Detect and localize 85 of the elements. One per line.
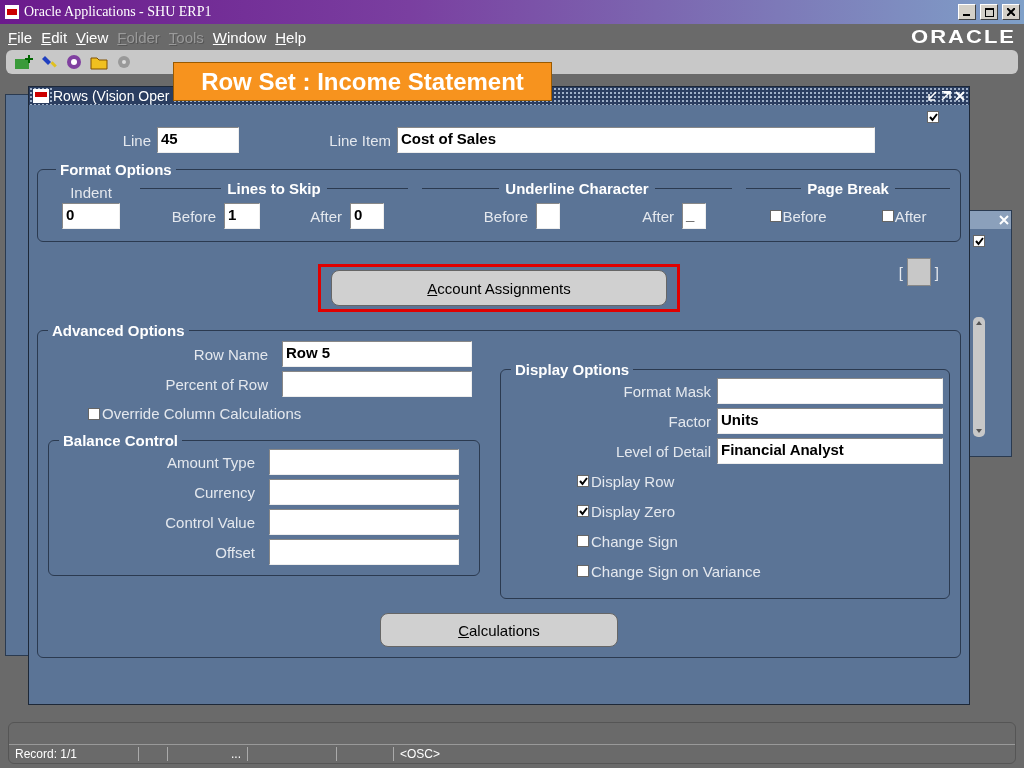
input-field[interactable]: _ <box>682 203 706 229</box>
input-field[interactable]: 45 <box>157 127 239 153</box>
checkbox-label: Change Sign on Variance <box>591 562 761 580</box>
field-label: Level of Detail <box>614 442 711 460</box>
checkbox-label: Change Sign <box>591 532 678 550</box>
menu-item[interactable]: Edit <box>41 28 68 46</box>
group-heading: Lines to Skip <box>227 180 321 197</box>
section-title: Display Options <box>514 361 631 378</box>
maximize-button[interactable] <box>980 4 998 20</box>
field-label: Format Mask <box>622 382 711 400</box>
field-label: Percent of Row <box>164 375 268 393</box>
close-icon <box>1007 8 1015 16</box>
group-heading: Underline Character <box>505 180 649 197</box>
field-label: Factor <box>667 412 711 430</box>
checkbox[interactable] <box>577 475 589 487</box>
app-icon <box>33 89 49 103</box>
input-field[interactable]: Financial Analyst <box>717 438 943 464</box>
window-title: Rows (Vision Oper <box>53 88 174 104</box>
checkbox[interactable] <box>881 210 894 222</box>
input-field[interactable]: 0 <box>62 203 120 229</box>
field-label: Amount Type <box>165 453 255 471</box>
field-label: Line <box>121 131 151 149</box>
section-title: Advanced Options <box>51 322 186 339</box>
maximize-icon[interactable] <box>941 91 951 101</box>
field-label: Indent <box>70 184 112 201</box>
input-field[interactable]: Cost of Sales <box>397 127 875 153</box>
close-icon[interactable] <box>955 91 965 101</box>
app-icon <box>4 4 20 20</box>
input-field[interactable]: Units <box>717 408 943 434</box>
checkbox[interactable] <box>577 565 589 577</box>
checkbox-label: Before <box>782 207 827 225</box>
add-icon[interactable] <box>14 54 34 70</box>
flashlight-icon[interactable] <box>42 54 58 70</box>
input-field[interactable]: 1 <box>224 203 260 229</box>
account-assignments-button[interactable]: Account Assignments <box>331 270 667 306</box>
checkbox[interactable] <box>88 407 100 420</box>
checkbox[interactable] <box>927 111 939 123</box>
menu-item[interactable]: File <box>8 28 33 46</box>
window-title: Oracle Applications - SHU ERP1 <box>24 4 213 20</box>
banner: Row Set : Income Statement <box>173 62 552 101</box>
section-title: Format Options <box>59 161 173 178</box>
input-field[interactable] <box>269 539 459 565</box>
input-field[interactable] <box>269 449 459 475</box>
status-mode: <OSC> <box>399 747 442 761</box>
input-field[interactable] <box>269 479 459 505</box>
group-heading: Page Break <box>807 180 889 197</box>
field-label: Before <box>482 207 528 225</box>
checkbox[interactable] <box>577 505 589 517</box>
checkbox[interactable] <box>577 535 589 547</box>
field-label: Row Name <box>192 345 268 363</box>
logo: ORACLE <box>911 26 1016 48</box>
field-label: Currency <box>193 483 255 501</box>
field-label: After <box>309 207 342 225</box>
checkbox-label: Display Zero <box>591 502 676 520</box>
checkbox-label: Display Row <box>591 472 675 490</box>
field-label: Offset <box>214 543 255 561</box>
bracket: [ <box>898 263 903 281</box>
input-field[interactable] <box>282 371 472 397</box>
field-label: Control Value <box>164 513 255 531</box>
input-field[interactable]: 0 <box>350 203 384 229</box>
checkbox-label: After <box>894 207 927 225</box>
small-button[interactable] <box>906 258 931 286</box>
input-field[interactable] <box>536 203 560 229</box>
bracket: ] <box>934 263 939 281</box>
input-field[interactable] <box>717 378 943 404</box>
calculations-button[interactable]: Calculations <box>380 613 618 647</box>
scroll-bar[interactable] <box>973 317 985 437</box>
menu-item[interactable]: View <box>76 28 109 46</box>
checkbox[interactable] <box>769 210 782 222</box>
checkbox-label: Override Column Calculations <box>102 405 302 422</box>
input-field[interactable] <box>269 509 459 535</box>
menu-item[interactable]: Window <box>212 28 267 46</box>
field-label: After <box>641 207 674 225</box>
status-cell: ... <box>168 747 248 761</box>
field-label: Before <box>170 207 216 225</box>
minimize-icon[interactable] <box>927 91 937 101</box>
maximize-icon <box>984 7 994 17</box>
minimize-button[interactable] <box>958 4 976 20</box>
checkbox[interactable] <box>973 235 985 247</box>
section-title: Balance Control <box>62 432 180 449</box>
field-label: Line Item <box>328 131 391 149</box>
menu-item[interactable]: Help <box>275 28 307 46</box>
record-count: Record: 1/1 <box>9 747 139 761</box>
input-field[interactable]: Row 5 <box>282 341 472 367</box>
close-button[interactable] <box>1002 4 1020 20</box>
